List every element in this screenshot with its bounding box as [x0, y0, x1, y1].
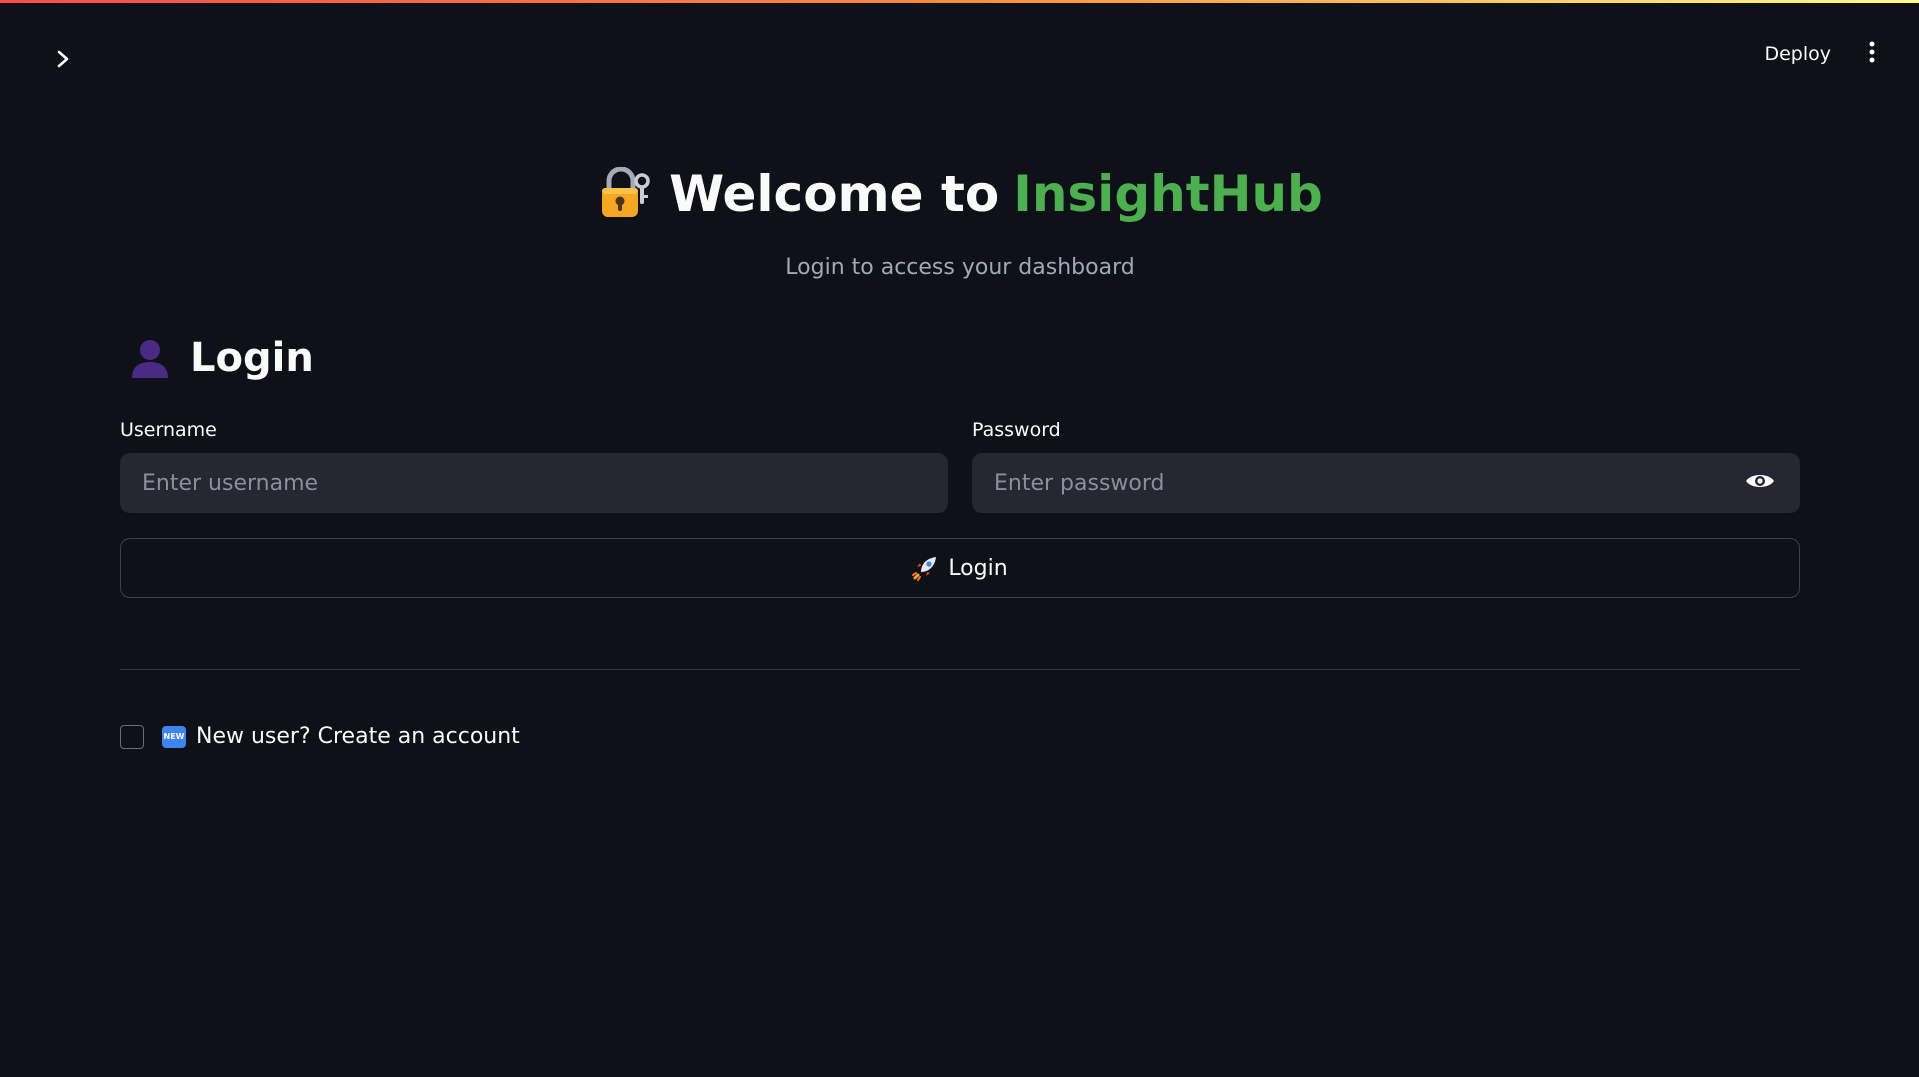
create-account-checkbox[interactable]	[120, 724, 144, 749]
hero-section: Welcome to InsightHub Login to access yo…	[120, 165, 1800, 280]
bust-in-silhouette-icon	[128, 336, 172, 380]
password-field: Password	[972, 419, 1800, 513]
section-divider	[120, 669, 1800, 670]
new-button-icon: NEW	[162, 725, 186, 748]
password-label: Password	[972, 419, 1061, 441]
username-input-wrapper	[120, 453, 948, 513]
rocket-icon	[912, 555, 938, 581]
signup-toggle[interactable]: NEW New user? Create an account	[120, 724, 520, 749]
top-decoration-bar	[0, 0, 1919, 3]
deploy-button[interactable]: Deploy	[1750, 35, 1845, 73]
login-button-label: Login	[948, 555, 1008, 581]
chevron-right-icon	[55, 49, 71, 73]
login-heading: Login	[128, 335, 314, 381]
vertical-ellipsis-icon	[1868, 41, 1876, 67]
password-input-wrapper	[972, 453, 1800, 513]
header-toolbar: Deploy	[1750, 34, 1889, 74]
show-password-button[interactable]	[1740, 463, 1780, 503]
page-subtitle: Login to access your dashboard	[785, 255, 1135, 280]
username-label: Username	[120, 419, 217, 441]
main-menu-button[interactable]	[1855, 34, 1889, 74]
create-account-label[interactable]: New user? Create an account	[196, 724, 520, 749]
eye-icon	[1745, 471, 1775, 495]
username-input[interactable]	[140, 469, 928, 497]
page-title: Welcome to InsightHub	[597, 165, 1323, 223]
title-prefix: Welcome to	[669, 165, 1000, 223]
sidebar-toggle-button[interactable]	[46, 44, 80, 78]
username-field: Username	[120, 419, 948, 513]
brand-name: InsightHub	[1013, 165, 1323, 223]
password-input[interactable]	[992, 469, 1740, 497]
login-submit-button[interactable]: Login	[120, 538, 1800, 598]
login-heading-text: Login	[190, 335, 314, 381]
locked-with-key-icon	[597, 167, 651, 221]
